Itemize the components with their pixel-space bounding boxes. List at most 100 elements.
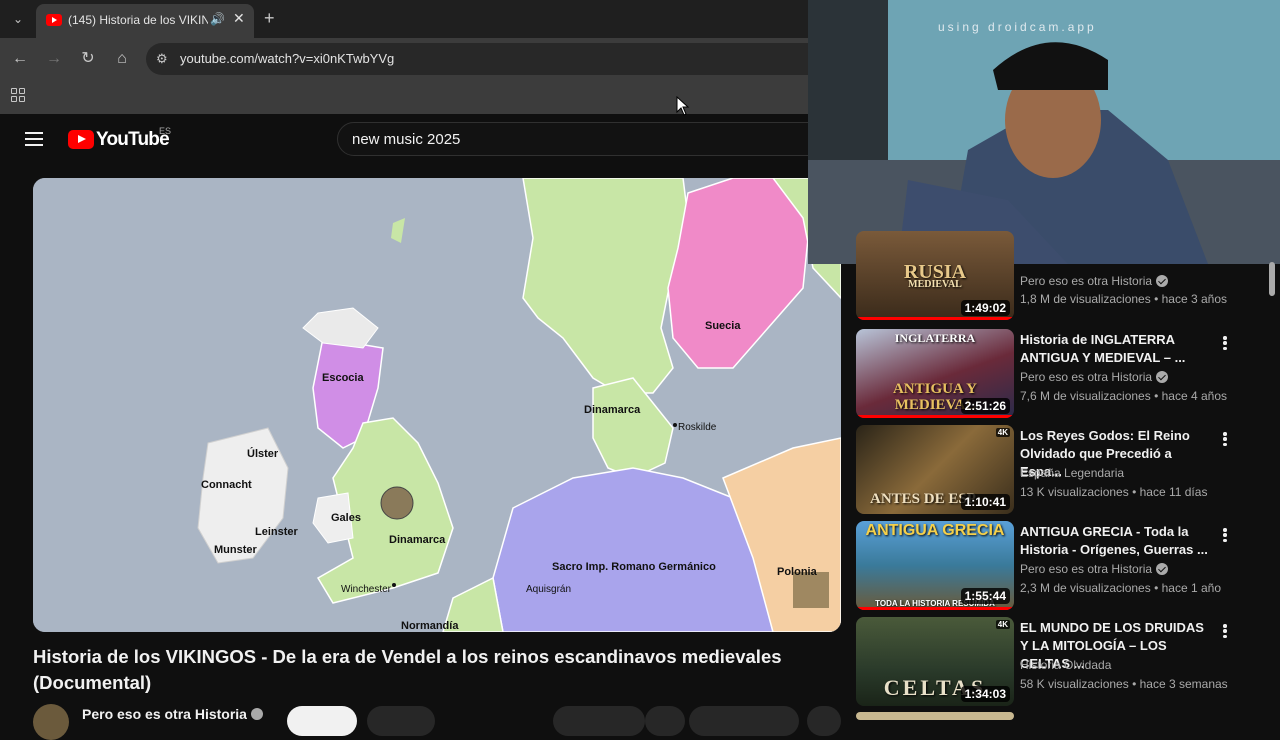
tab-title: (145) Historia de los VIKINGOS	[68, 13, 208, 27]
more-actions-button[interactable]	[807, 706, 841, 736]
map-label-polonia: Polonia	[777, 566, 817, 578]
save-button[interactable]	[645, 706, 685, 736]
share-button[interactable]	[689, 706, 799, 736]
close-tab-icon[interactable]: ✕	[233, 10, 245, 27]
forward-arrow-icon[interactable]: →	[43, 48, 65, 70]
search-query[interactable]: new music 2025	[352, 131, 460, 148]
map-label-leinster: Leinster	[255, 526, 298, 538]
youtube-logo-icon[interactable]	[68, 130, 94, 149]
quality-badge: 4K	[995, 620, 1010, 629]
watch-progress-fill	[856, 415, 1014, 418]
search-input[interactable]: new music 2025	[337, 122, 817, 156]
home-icon[interactable]: ⌂	[111, 48, 133, 70]
notifications-button[interactable]	[367, 706, 435, 736]
map-label-aquisgran: Aquisgrán	[526, 584, 572, 595]
video-channel[interactable]: Pero eso es otra Historia	[1020, 562, 1169, 576]
verified-check-icon	[251, 708, 263, 720]
video-title[interactable]: Historia de INGLATERRA ANTIGUA Y MEDIEVA…	[1020, 331, 1215, 367]
address-url[interactable]: youtube.com/watch?v=xi0nKTwbYVg	[180, 51, 394, 66]
upload-age: hace 3 años	[1161, 292, 1227, 306]
site-info-icon[interactable]: ⚙	[156, 51, 168, 67]
related-video-card[interactable]: RUSIA MEDIEVAL 1:49:02 Pero eso es otra …	[856, 231, 1276, 320]
sidebar-scrollbar[interactable]	[1269, 262, 1275, 296]
video-duration: 1:49:02	[960, 300, 1010, 316]
related-video-card[interactable]: ANTIGUA GRECIA TODA LA HISTORIA RESUMIDA…	[856, 521, 1276, 611]
channel-name-text[interactable]: Pero eso es otra Historia	[1020, 274, 1152, 288]
owner-row: Pero eso es otra Historia	[33, 702, 841, 740]
channel-name-text[interactable]: Pero eso es otra Historia	[1020, 370, 1152, 384]
video-meta: 7,6 M de visualizaciones • hace 4 años	[1020, 389, 1227, 403]
map-label-escocia: Escocia	[322, 372, 364, 384]
map-drawing	[33, 178, 841, 632]
subscribe-button[interactable]	[287, 706, 357, 736]
video-thumbnail[interactable]: 4K ANTES DE ESP 1:10:41	[856, 425, 1014, 514]
map-label-ulster: Úlster	[247, 448, 279, 460]
upload-age: hace 1 año	[1161, 581, 1221, 595]
map-label-suecia: Suecia	[705, 320, 741, 332]
channel-name-text[interactable]: Historia Olvidada	[1020, 658, 1111, 672]
webcam-feed	[808, 0, 1280, 264]
map-label-winchester: Winchester	[341, 584, 392, 595]
map-city-dot	[673, 423, 677, 427]
more-options-icon[interactable]	[1220, 429, 1230, 449]
upload-age: hace 4 años	[1161, 389, 1227, 403]
region-code: ES	[159, 126, 172, 136]
thumbnail-subtext: MEDIEVAL	[908, 279, 962, 290]
like-button[interactable]	[553, 706, 645, 736]
more-options-icon[interactable]	[1220, 333, 1230, 353]
verified-check-icon	[1156, 275, 1169, 287]
channel-name-text[interactable]: Pero eso es otra Historia	[1020, 562, 1152, 576]
thumbnail-text: ANTIGUA GRECIA	[865, 522, 1005, 539]
back-arrow-icon[interactable]: ←	[9, 48, 31, 70]
video-channel[interactable]: Historia Olvidada	[1020, 658, 1111, 672]
apps-grid-icon[interactable]	[11, 88, 25, 102]
browser-tab-active[interactable]: (145) Historia de los VIKINGOS 🔊 ✕	[36, 4, 254, 38]
map-label-normandia: Normandía	[401, 620, 459, 632]
channel-name-text[interactable]: España Legendaria	[1020, 466, 1124, 480]
video-meta: 1,8 M de visualizaciones • hace 3 años	[1020, 292, 1227, 306]
video-duration: 1:55:44	[960, 588, 1010, 604]
video-channel[interactable]: España Legendaria	[1020, 466, 1124, 480]
verified-check-icon	[1156, 371, 1169, 383]
channel-avatar[interactable]	[33, 704, 69, 740]
more-options-icon[interactable]	[1220, 525, 1230, 545]
video-thumbnail[interactable]: ANTIGUA GRECIA TODA LA HISTORIA RESUMIDA…	[856, 521, 1014, 610]
video-duration: 2:51:26	[960, 398, 1010, 414]
related-video-card[interactable]: 4K CELTAS 1:34:03 EL MUNDO DE LOS DRUIDA…	[856, 617, 1276, 707]
watch-progress-bar	[856, 317, 1014, 320]
watch-progress-fill	[856, 607, 1014, 610]
webcam-watermark: using droidcam.app	[938, 20, 1097, 34]
video-channel[interactable]: Pero eso es otra Historia	[1020, 274, 1169, 288]
view-count: 7,6 M de visualizaciones	[1020, 389, 1151, 403]
video-meta: 13 K visualizaciones • hace 11 días	[1020, 485, 1208, 499]
reload-icon[interactable]: ↻	[77, 48, 99, 70]
view-count: 13 K visualizaciones	[1020, 485, 1129, 499]
view-count: 1,8 M de visualizaciones	[1020, 292, 1151, 306]
tab-search-chevron-icon[interactable]: ⌄	[6, 7, 30, 31]
map-label-dinamarca: Dinamarca	[584, 404, 641, 416]
more-options-icon[interactable]	[1220, 621, 1230, 641]
youtube-wordmark[interactable]: YouTube	[96, 129, 170, 151]
video-meta: 58 K visualizaciones • hace 3 semanas	[1020, 677, 1228, 691]
video-title: Historia de los VIKINGOS - De la era de …	[33, 646, 782, 693]
video-title[interactable]: ANTIGUA GRECIA - Toda la Historia - Oríg…	[1020, 523, 1215, 559]
speaker-icon[interactable]: 🔊	[210, 12, 225, 26]
menu-hamburger-icon[interactable]	[25, 132, 43, 146]
quality-badge: 4K	[995, 428, 1010, 437]
video-thumbnail[interactable]: INGLATERRA ANTIGUA Y MEDIEVAL 2:51:26	[856, 329, 1014, 418]
related-video-card[interactable]: 4K ANTES DE ESP 1:10:41 Los Reyes Godos:…	[856, 425, 1276, 515]
video-thumbnail[interactable]	[856, 712, 1014, 720]
thumbnail-subtext: INGLATERRA	[894, 331, 976, 345]
new-tab-plus-icon[interactable]: +	[264, 8, 275, 29]
related-video-card[interactable]	[856, 712, 1276, 720]
view-count: 2,3 M de visualizaciones	[1020, 581, 1151, 595]
video-player[interactable]: Suecia Escocia Dinamarca Roskilde Úlster…	[33, 178, 841, 632]
related-video-card[interactable]: INGLATERRA ANTIGUA Y MEDIEVAL 2:51:26 Hi…	[856, 329, 1276, 419]
watch-progress-bar	[856, 607, 1014, 610]
video-thumbnail[interactable]: 4K CELTAS 1:34:03	[856, 617, 1014, 706]
map-city-dot	[392, 583, 396, 587]
video-channel[interactable]: Pero eso es otra Historia	[1020, 370, 1169, 384]
video-duration: 1:10:41	[960, 494, 1010, 510]
map-label-gales: Gales	[331, 512, 361, 524]
video-thumbnail[interactable]: RUSIA MEDIEVAL 1:49:02	[856, 231, 1014, 320]
